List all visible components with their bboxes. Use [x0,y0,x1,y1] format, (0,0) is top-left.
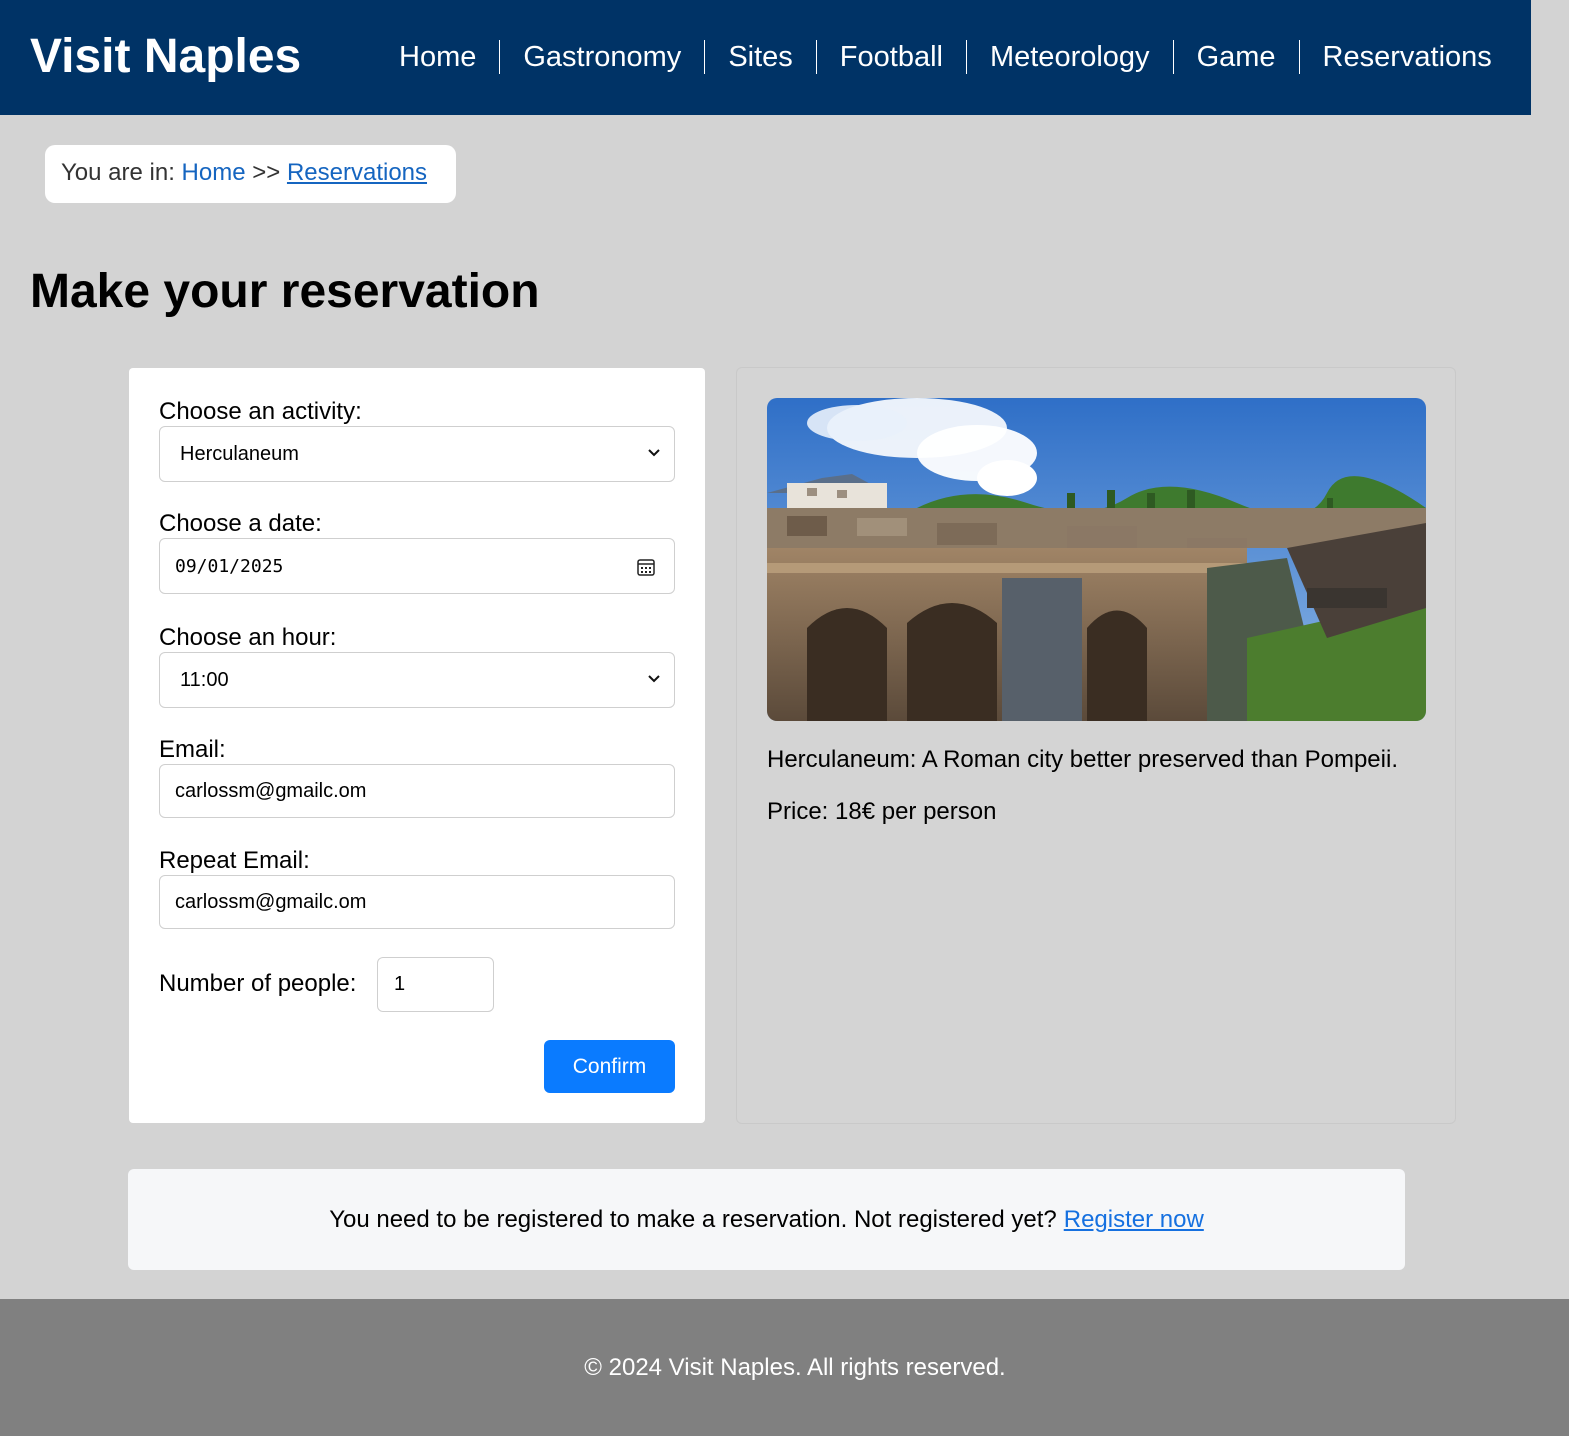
confirm-button[interactable]: Confirm [544,1040,675,1093]
email-label: Email: [159,736,226,763]
activity-label: Choose an activity: [159,398,362,425]
site-brand[interactable]: Visit Naples [30,30,301,84]
nav-home[interactable]: Home [376,40,499,74]
hour-label: Choose an hour: [159,624,337,651]
nav-meteorology[interactable]: Meteorology [965,40,1173,74]
main-nav: Home Gastronomy Sites Football Meteorolo… [376,40,1515,74]
breadcrumb-home-link[interactable]: Home [182,159,246,186]
activity-info-card: Herculaneum: A Roman city better preserv… [736,367,1456,1124]
register-now-link[interactable]: Register now [1064,1206,1204,1234]
chevron-down-icon [648,449,660,457]
repeat-email-label: Repeat Email: [159,847,310,874]
email-field[interactable]: carlossm@gmailc.om [159,764,675,818]
site-footer: © 2024 Visit Naples. All rights reserved… [0,1299,1569,1436]
activity-photo [767,398,1426,721]
activity-price: Price: 18€ per person [767,798,997,825]
registration-notice-text: You need to be registered to make a rese… [329,1205,1057,1233]
reservation-form: Choose an activity: Herculaneum Choose a… [129,368,705,1123]
hour-select[interactable]: 11:00 [159,652,675,708]
hour-select-value: 11:00 [180,668,229,691]
registration-notice: You need to be registered to make a rese… [128,1169,1405,1270]
nav-reservations[interactable]: Reservations [1298,40,1515,74]
people-label: Number of people: [159,970,357,997]
activity-description: Herculaneum: A Roman city better preserv… [767,746,1398,773]
breadcrumb-prefix: You are in: [61,159,175,186]
repeat-email-field[interactable]: carlossm@gmailc.om [159,875,675,929]
activity-select-value: Herculaneum [180,442,299,465]
nav-football[interactable]: Football [815,40,966,74]
date-input[interactable]: 09/01/2025 [159,538,675,594]
people-input[interactable]: 1 [377,957,494,1012]
repeat-email-field-value: carlossm@gmailc.om [175,890,367,913]
activity-select[interactable]: Herculaneum [159,426,675,482]
people-input-value: 1 [394,973,406,995]
herculaneum-image [767,398,1426,721]
site-header: Visit Naples Home Gastronomy Sites Footb… [0,0,1531,115]
breadcrumb-separator: >> [252,159,281,186]
calendar-icon[interactable] [636,557,656,577]
footer-copyright: © 2024 Visit Naples. All rights reserved… [584,1353,1006,1381]
nav-game[interactable]: Game [1172,40,1299,74]
email-field-value: carlossm@gmailc.om [175,779,367,802]
chevron-down-icon [648,675,660,683]
date-input-value: 09/01/2025 [175,555,284,577]
nav-gastronomy[interactable]: Gastronomy [499,40,704,74]
nav-sites[interactable]: Sites [704,40,815,74]
breadcrumb-current-link[interactable]: Reservations [287,159,427,186]
date-label: Choose a date: [159,510,322,537]
breadcrumb: You are in: Home >> Reservations [45,145,456,203]
page-title: Make your reservation [30,265,540,318]
